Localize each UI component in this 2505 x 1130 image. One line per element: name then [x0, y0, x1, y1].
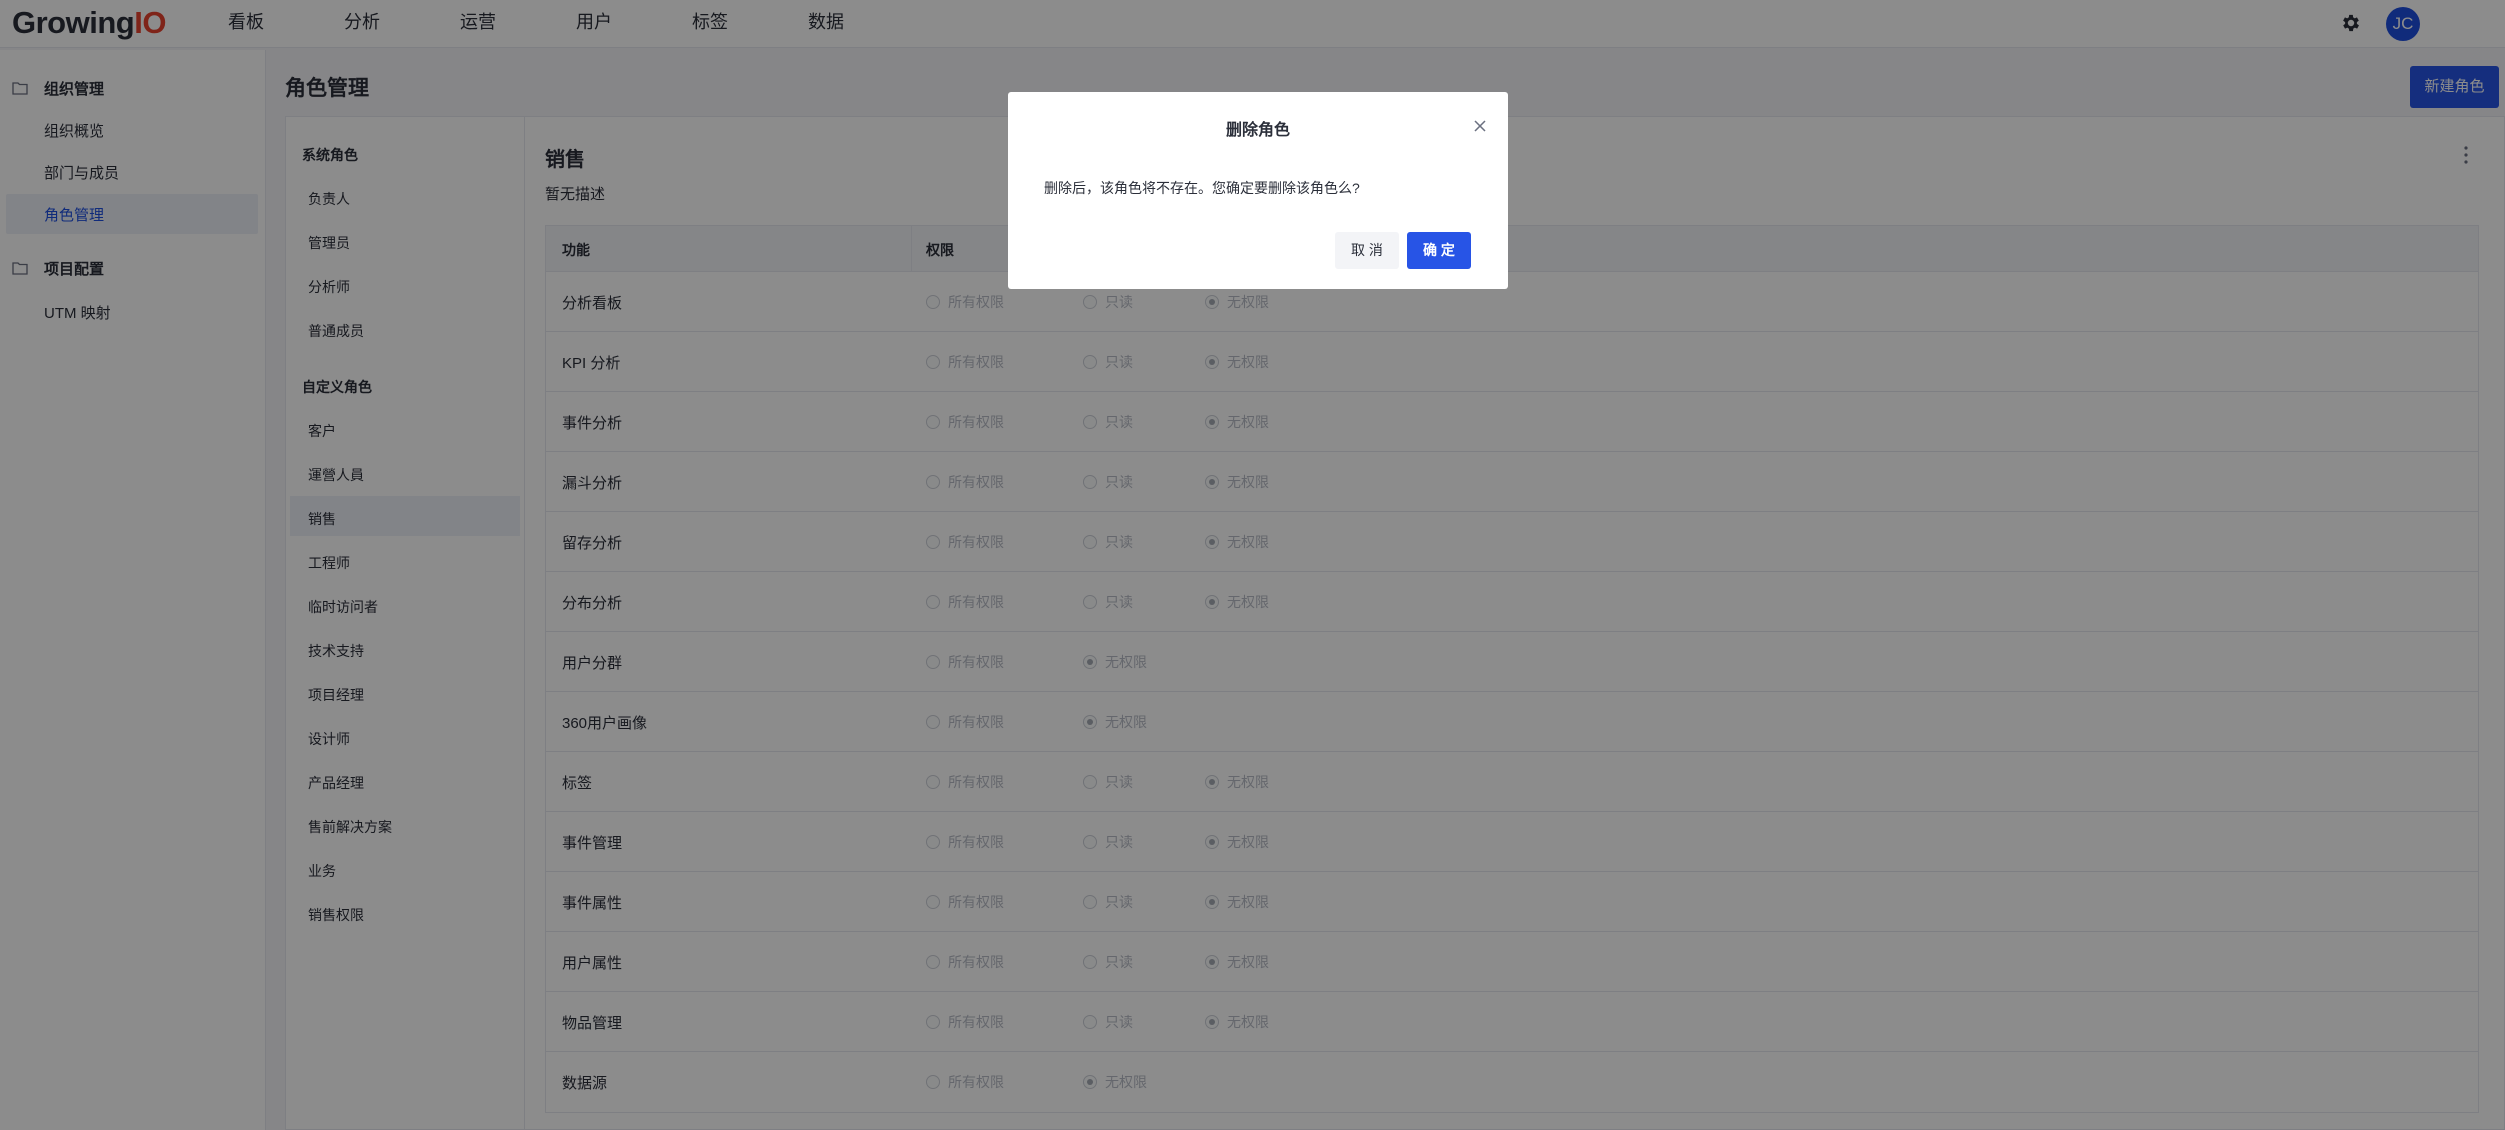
dialog-title: 删除角色 — [1225, 122, 1290, 139]
confirm-button[interactable]: 确 定 — [1407, 232, 1471, 269]
close-icon[interactable] — [1468, 114, 1492, 138]
delete-role-dialog: 删除角色 删除后，该角色将不存在。您确定要删除该角色么? 取 消 确 定 — [1008, 92, 1508, 289]
cancel-button[interactable]: 取 消 — [1335, 232, 1399, 269]
dialog-message: 删除后，该角色将不存在。您确定要删除该角色么? — [1044, 180, 1360, 196]
